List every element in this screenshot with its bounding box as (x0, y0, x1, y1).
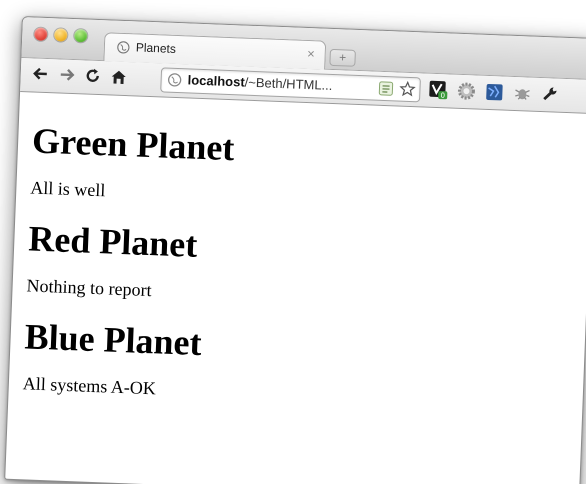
puzzle-extension-icon[interactable] (484, 82, 505, 103)
arrow-left-icon (33, 67, 47, 80)
page-content: Green Planet All is well Red Planet Noth… (8, 92, 586, 416)
text-red-planet-status: Nothing to report (26, 275, 152, 301)
zoom-window-button[interactable] (74, 29, 88, 43)
heading-blue-planet: Blue Planet (23, 316, 203, 364)
globe-icon (117, 41, 130, 54)
new-tab-button[interactable]: + (329, 48, 356, 67)
close-window-button[interactable] (34, 27, 48, 41)
forward-button[interactable] (56, 64, 77, 85)
reload-icon (86, 68, 99, 82)
gear-extension-icon[interactable] (456, 81, 477, 102)
text-green-planet-status: All is well (30, 177, 106, 201)
browser-window: Planets × + localhost/~Beth/HTML... 0 Gr… (4, 16, 586, 484)
wrench-icon[interactable] (540, 84, 561, 105)
extension-badge: 0 (440, 92, 445, 100)
reload-button[interactable] (82, 65, 103, 86)
url-host: localhost (187, 72, 245, 90)
home-icon (111, 70, 126, 84)
tab-title: Planets (135, 40, 177, 56)
evernote-icon[interactable]: 0 (428, 80, 449, 101)
text-blue-planet-status: All systems A-OK (22, 373, 157, 399)
screenshot-stage: Planets × + localhost/~Beth/HTML... 0 Gr… (0, 0, 586, 484)
tab-close-icon[interactable]: × (307, 46, 315, 61)
arrow-right-icon (60, 68, 75, 81)
page-info-icon[interactable] (167, 73, 182, 88)
bug-extension-icon[interactable] (512, 83, 533, 104)
back-button[interactable] (30, 63, 51, 84)
page-action-icon[interactable] (378, 81, 394, 97)
address-bar[interactable]: localhost/~Beth/HTML... (160, 67, 421, 103)
url-path: /~Beth/HTML... (244, 74, 333, 93)
minimize-window-button[interactable] (54, 28, 68, 42)
heading-green-planet: Green Planet (31, 120, 236, 169)
heading-red-planet: Red Planet (27, 218, 199, 265)
url-text[interactable]: localhost/~Beth/HTML... (187, 72, 332, 93)
omnibox-actions (378, 80, 416, 98)
star-icon[interactable] (399, 80, 416, 98)
home-button[interactable] (108, 66, 129, 87)
